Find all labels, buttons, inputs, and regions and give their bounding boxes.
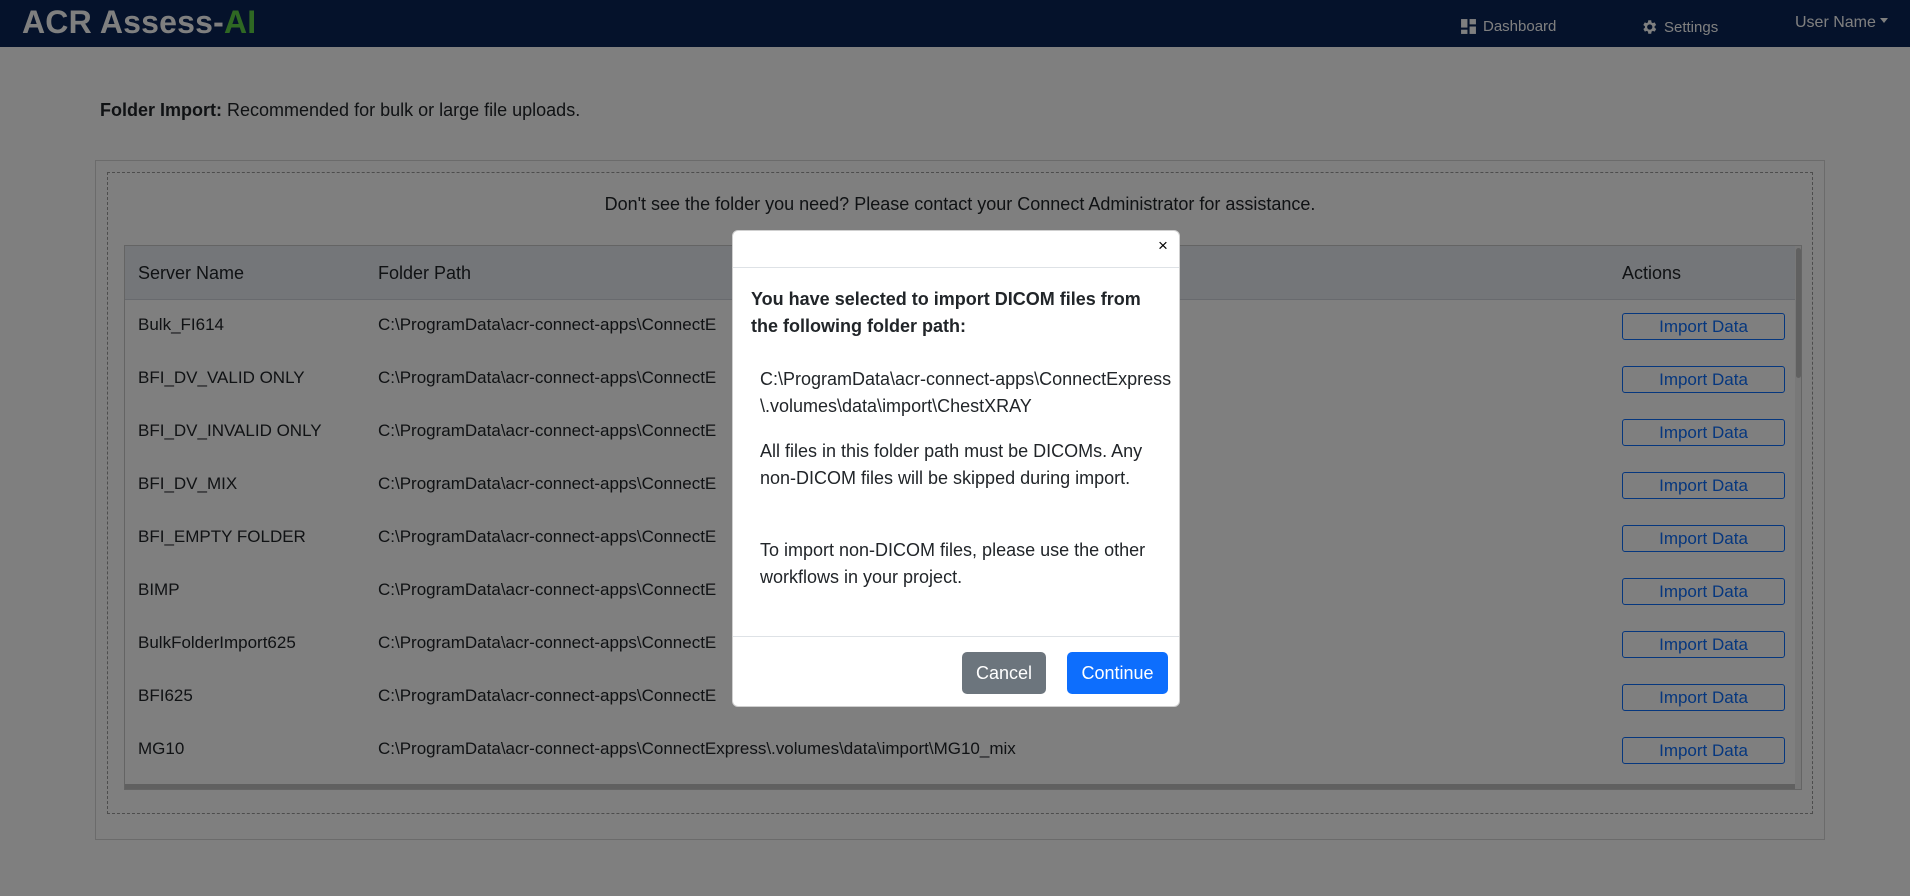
non-dicom-note: To import non-DICOM files, please use th… [760,540,1146,587]
modal-title: You have selected to import DICOM files … [751,289,1141,336]
dicom-requirement-note: All files in this folder path must be DI… [760,441,1143,488]
import-confirm-modal: × You have selected to import DICOM file… [732,230,1180,707]
close-icon[interactable]: × [1158,236,1168,256]
selected-folder-path: C:\ProgramData\acr-connect-apps\ConnectE… [760,369,1172,416]
cancel-button[interactable]: Cancel [962,652,1046,694]
modal-header: × [733,231,1179,268]
continue-button[interactable]: Continue [1067,652,1168,694]
modal-footer-divider [733,636,1179,637]
